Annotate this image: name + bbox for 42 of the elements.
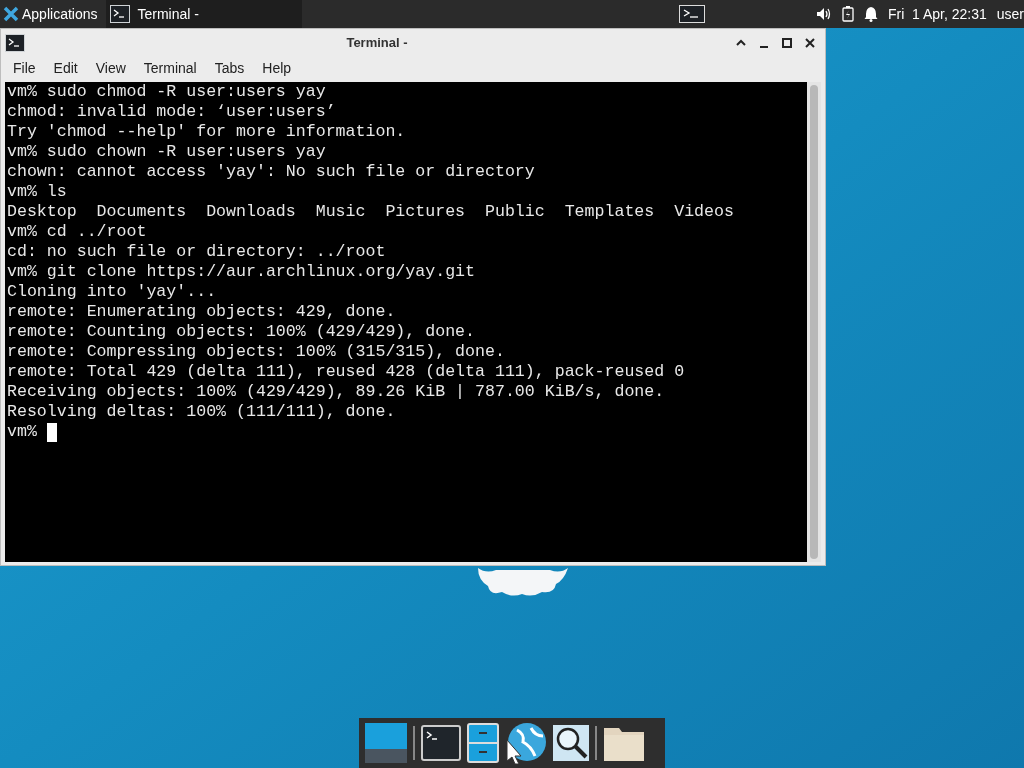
terminal-line: Cloning into 'yay'... — [7, 282, 218, 302]
terminal-line: vm% cd ../root — [7, 222, 148, 242]
terminal-prompt: vm% — [7, 422, 37, 442]
terminal-line: vm% sudo chown -R user:users yay — [7, 142, 327, 162]
applications-menu-button[interactable]: Applications — [0, 0, 106, 28]
menu-item[interactable]: Terminal — [134, 57, 206, 79]
terminal-line: vm% sudo chmod -R user:users yay — [7, 82, 327, 102]
terminal-line: remote: Enumerating objects: 429, done. — [7, 302, 397, 322]
terminal-line: Try 'chmod --help' for more information. — [7, 122, 407, 142]
terminal-line: remote: Compressing objects: 100% (315/315), done. — [7, 342, 506, 362]
terminal-icon — [109, 5, 130, 23]
terminal-line: chown: cannot access 'yay': No such file or directory — [7, 162, 536, 182]
menu-item[interactable]: Edit — [44, 57, 87, 79]
terminal-icon — [5, 33, 25, 52]
window-title: Terminal - — [346, 33, 408, 52]
text-cursor — [46, 422, 57, 442]
terminal-line: remote: Counting objects: 100% (429/429), done. — [7, 322, 477, 342]
clock[interactable]: Fri 1 Apr, 22:31 — [887, 3, 987, 25]
magnifier-icon[interactable] — [553, 725, 589, 761]
terminal-line: remote: Total 429 (delta 111), reused 428 (delta 111), pack-reused 0 — [7, 362, 686, 382]
terminal-line: cd: no such file or directory: ../root — [7, 242, 387, 262]
globe-with-pointer-icon[interactable] — [505, 722, 547, 764]
terminal-line: Desktop Documents Downloads Music Pictures Public Templates Videos — [7, 202, 735, 222]
menu-item[interactable]: Help — [253, 57, 301, 79]
notification-bell-icon[interactable] — [863, 6, 878, 22]
terminal-line: vm% ls — [7, 182, 68, 202]
menu-item[interactable]: View — [86, 57, 135, 79]
terminal-line: vm% git clone https://aur.archlinux.org/yay.git — [7, 262, 477, 282]
file-cabinet-icon[interactable] — [467, 723, 499, 763]
menu-item[interactable]: File — [4, 57, 45, 79]
show-desktop-icon[interactable] — [365, 723, 407, 763]
menu-item[interactable]: Tabs — [205, 57, 254, 79]
terminal-line: Resolving deltas: 100% (111/111), done. — [7, 402, 397, 422]
taskbar-window-button[interactable]: Terminal - — [105, 0, 302, 28]
terminal-line: Receiving objects: 100% (429/429), 89.26 KiB | 787.00 KiB/s, done. — [7, 382, 666, 402]
battery-icon[interactable] — [841, 6, 854, 22]
volume-icon[interactable] — [815, 7, 832, 21]
xfce-logo-icon — [3, 6, 19, 22]
workspace-switcher-button[interactable] — [677, 3, 706, 25]
terminal-icon[interactable] — [421, 725, 461, 761]
terminal-line: chmod: invalid mode: ‘user:users’ — [7, 102, 337, 122]
user-name[interactable]: user — [996, 3, 1024, 25]
